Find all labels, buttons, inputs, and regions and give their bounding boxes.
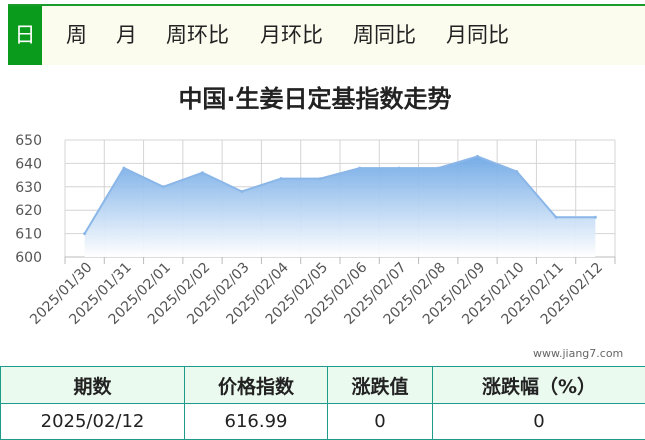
chart-title: 中国·生姜日定基指数走势 bbox=[178, 85, 451, 113]
y-tick-label: 630 bbox=[15, 180, 42, 196]
cell-period: 2025/02/12 bbox=[0, 403, 185, 440]
table-header-row: 期数 价格指数 涨跌值 涨跌幅（%） bbox=[0, 366, 645, 404]
data-point bbox=[358, 166, 362, 170]
data-point bbox=[279, 177, 283, 181]
y-tick-label: 610 bbox=[15, 227, 42, 243]
tab-month-over-month[interactable]: 月环比 bbox=[260, 6, 323, 65]
data-point bbox=[83, 232, 87, 236]
data-point bbox=[593, 215, 597, 219]
header-price-index: 价格指数 bbox=[184, 366, 328, 404]
y-tick-label: 600 bbox=[15, 250, 42, 266]
y-tick-label: 650 bbox=[15, 133, 42, 149]
cell-change-percent: 0 bbox=[432, 403, 645, 440]
tab-week-over-week[interactable]: 周环比 bbox=[166, 6, 229, 65]
tab-week-year-over-year[interactable]: 周同比 bbox=[353, 6, 416, 65]
header-period: 期数 bbox=[0, 366, 185, 404]
header-change-value: 涨跌值 bbox=[327, 366, 433, 404]
data-point bbox=[554, 215, 558, 219]
table-row: 2025/02/12 616.99 0 0 bbox=[0, 403, 645, 440]
tab-day[interactable]: 日 bbox=[8, 6, 42, 65]
tab-week[interactable]: 周 bbox=[66, 6, 87, 65]
data-point bbox=[318, 177, 322, 181]
y-tick-label: 640 bbox=[15, 156, 42, 172]
data-point bbox=[161, 185, 165, 189]
data-point bbox=[201, 171, 204, 175]
cell-change-value: 0 bbox=[327, 403, 433, 440]
data-point bbox=[476, 154, 479, 158]
data-point bbox=[397, 166, 401, 170]
index-summary-table: 期数 价格指数 涨跌值 涨跌幅（%） 2025/02/12 616.99 0 0 bbox=[0, 366, 645, 440]
tab-month-year-over-year[interactable]: 月同比 bbox=[446, 6, 509, 65]
data-point bbox=[515, 170, 519, 174]
header-change-percent: 涨跌幅（%） bbox=[432, 366, 645, 404]
y-tick-label: 620 bbox=[15, 203, 42, 219]
data-point bbox=[122, 166, 126, 170]
tab-month[interactable]: 月 bbox=[116, 6, 137, 65]
data-point bbox=[436, 166, 440, 170]
price-index-chart: 中国·生姜日定基指数走势 6006106206306406502025/01/3… bbox=[15, 85, 616, 328]
period-tab-bar: 日 周 月 周环比 月环比 周同比 月同比 bbox=[8, 4, 645, 65]
cell-price-index: 616.99 bbox=[184, 403, 328, 440]
watermark: www.jiang7.com bbox=[533, 347, 624, 360]
data-point bbox=[240, 189, 244, 193]
